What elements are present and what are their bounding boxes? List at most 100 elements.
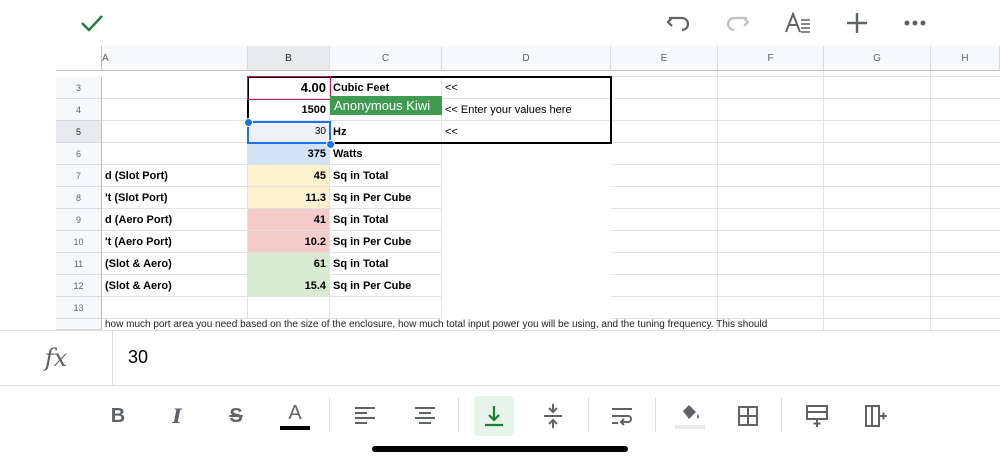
corner-cell[interactable] (56, 46, 102, 71)
column-header-e[interactable]: E (611, 46, 718, 71)
row-header[interactable]: 12 (56, 275, 102, 297)
more-icon[interactable] (900, 8, 930, 38)
text-format-icon[interactable] (783, 8, 813, 38)
cell-b4[interactable]: 1500 (248, 99, 330, 121)
cell-c12[interactable]: Sq in Per Cube (330, 275, 442, 297)
cell-c7[interactable]: Sq in Total (330, 165, 442, 187)
cell-d4[interactable]: << Enter your values here (442, 99, 611, 121)
column-divider (717, 71, 718, 330)
bold-label: B (110, 404, 126, 427)
valign-middle-icon[interactable] (533, 396, 573, 436)
italic-icon[interactable]: I (157, 396, 197, 436)
column-header-a[interactable]: A (102, 46, 248, 71)
cell-d5[interactable]: << (442, 121, 611, 143)
cell-a3[interactable] (102, 77, 248, 99)
strike-label: S (229, 404, 243, 427)
cell-a13[interactable] (102, 297, 248, 319)
selection-handle[interactable] (326, 140, 335, 149)
column-header-d[interactable]: D (442, 46, 611, 71)
row-number: 12 (73, 280, 84, 291)
column-header-f[interactable]: F (718, 46, 824, 71)
row-number: 10 (73, 236, 84, 247)
cell-c11[interactable]: Sq in Total (330, 253, 442, 275)
column-divider (930, 71, 931, 330)
row-header[interactable]: 13 (56, 297, 102, 319)
spreadsheet-grid[interactable]: A B C D E F G H 3 4 5 6 7 8 9 10 11 12 1… (0, 46, 1000, 330)
row-header[interactable]: 3 (56, 77, 102, 99)
insert-column-icon[interactable] (856, 396, 896, 436)
row-header[interactable] (56, 319, 102, 330)
top-app-bar (0, 0, 1000, 47)
align-left-icon[interactable] (345, 396, 385, 436)
row-number: 8 (75, 192, 81, 203)
cell-a10[interactable]: 't (Aero Port) (102, 231, 248, 253)
column-label: B (285, 52, 292, 64)
cell-b3[interactable]: 4.00 (248, 77, 330, 99)
cell-c9[interactable]: Sq in Total (330, 209, 442, 231)
row-number: 4 (75, 104, 81, 115)
cell-b13[interactable] (248, 297, 330, 319)
fill-color-swatch (675, 425, 705, 429)
italic-label: I (172, 404, 182, 428)
column-label: E (660, 52, 668, 64)
cell-b5[interactable]: 30 (248, 121, 330, 143)
toolbar-separator (588, 398, 589, 432)
cell-b7[interactable]: 45 (248, 165, 330, 187)
checkmark-icon[interactable] (77, 8, 107, 38)
row-header[interactable]: 7 (56, 165, 102, 187)
fill-color-icon[interactable] (670, 396, 710, 436)
formula-input[interactable]: 30 (128, 347, 148, 368)
row-number: 6 (75, 148, 81, 159)
cell-b11[interactable]: 61 (248, 253, 330, 275)
row-header[interactable]: 8 (56, 187, 102, 209)
column-header-c[interactable]: C (330, 46, 442, 71)
bold-icon[interactable]: B (98, 396, 138, 436)
selection-handle[interactable] (244, 118, 253, 127)
empty-grid-area[interactable] (611, 71, 1000, 330)
column-header-b[interactable]: B (248, 46, 330, 71)
cell-c5[interactable]: Hz (330, 121, 442, 143)
cell-a5[interactable] (102, 121, 248, 143)
row-header[interactable]: 10 (56, 231, 102, 253)
column-header-h[interactable]: H (931, 46, 1000, 71)
cell-c13[interactable] (330, 297, 442, 319)
row-header[interactable]: 5 (56, 121, 102, 143)
cell-a8[interactable]: 't (Slot Port) (102, 187, 248, 209)
row-header[interactable]: 4 (56, 99, 102, 121)
cell-a14[interactable]: how much port area you need based on the… (102, 319, 1000, 330)
row-header[interactable]: 9 (56, 209, 102, 231)
wrap-text-icon[interactable] (602, 396, 642, 436)
row-number: 9 (75, 214, 81, 225)
row-header[interactable]: 6 (56, 143, 102, 165)
add-icon[interactable] (842, 8, 872, 38)
cell-a9[interactable]: d (Aero Port) (102, 209, 248, 231)
cell-d3[interactable]: << (442, 77, 611, 99)
column-label: A (102, 52, 109, 64)
text-color-icon[interactable]: A (275, 396, 315, 436)
cell-b12[interactable]: 15.4 (248, 275, 330, 297)
borders-icon[interactable] (728, 396, 768, 436)
cell-b9[interactable]: 41 (248, 209, 330, 231)
cell-c8[interactable]: Sq in Per Cube (330, 187, 442, 209)
fx-icon: fx (0, 331, 113, 385)
cell-a12[interactable]: (Slot & Aero) (102, 275, 248, 297)
home-indicator[interactable] (372, 446, 628, 452)
redo-icon[interactable] (722, 8, 752, 38)
column-header-g[interactable]: G (824, 46, 931, 71)
insert-row-icon[interactable] (797, 396, 837, 436)
cell-a4[interactable] (102, 99, 248, 121)
align-center-icon[interactable] (405, 396, 445, 436)
cell-a11[interactable]: (Slot & Aero) (102, 253, 248, 275)
cell-b8[interactable]: 11.3 (248, 187, 330, 209)
cell-a6[interactable] (102, 143, 248, 165)
cell-a7[interactable]: d (Slot Port) (102, 165, 248, 187)
undo-icon[interactable] (664, 8, 694, 38)
cell-b6[interactable]: 375 (248, 143, 330, 165)
cell-b10[interactable]: 10.2 (248, 231, 330, 253)
strikethrough-icon[interactable]: S (216, 396, 256, 436)
row-header[interactable]: 11 (56, 253, 102, 275)
cell-c10[interactable]: Sq in Per Cube (330, 231, 442, 253)
toolbar-separator (655, 398, 656, 432)
valign-bottom-icon[interactable] (474, 396, 514, 436)
cell-c6[interactable]: Watts (330, 143, 442, 165)
